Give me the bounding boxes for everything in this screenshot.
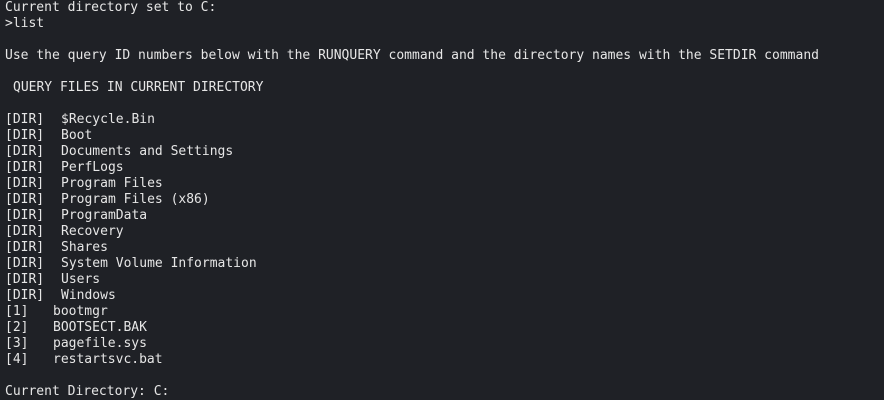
directory-name: Program Files (x86) — [61, 192, 210, 207]
directory-name: Shares — [61, 240, 108, 255]
dir-tag: [DIR] — [5, 256, 45, 271]
query-file-entry: [4] restartsvc.bat — [5, 352, 881, 368]
command-line: >list — [5, 16, 45, 31]
dir-tag: [DIR] — [5, 272, 45, 287]
section-heading: QUERY FILES IN CURRENT DIRECTORY — [13, 80, 264, 95]
directory-entry: [DIR] Shares — [5, 240, 881, 256]
query-file-entry: [3] pagefile.sys — [5, 336, 881, 352]
query-file-name: BOOTSECT.BAK — [53, 320, 147, 335]
directory-entry: [DIR] $Recycle.Bin — [5, 112, 881, 128]
directory-name: PerfLogs — [61, 160, 124, 175]
dir-tag: [DIR] — [5, 240, 45, 255]
dir-tag: [DIR] — [5, 128, 45, 143]
usage-hint: Use the query ID numbers below with the … — [5, 48, 819, 63]
query-id: [4] — [5, 352, 29, 367]
directory-name: Windows — [61, 288, 116, 303]
directory-entry: [DIR] Program Files (x86) — [5, 192, 881, 208]
directory-entry: [DIR] PerfLogs — [5, 160, 881, 176]
directory-entry: [DIR] Users — [5, 272, 881, 288]
current-directory-line: Current Directory: C: — [5, 384, 170, 399]
dir-tag: [DIR] — [5, 112, 45, 127]
directory-entry: [DIR] Documents and Settings — [5, 144, 881, 160]
dir-tag: [DIR] — [5, 288, 45, 303]
dir-tag: [DIR] — [5, 208, 45, 223]
directory-entry: [DIR] Program Files — [5, 176, 881, 192]
directory-name: $Recycle.Bin — [61, 112, 155, 127]
query-file-name: bootmgr — [53, 304, 108, 319]
directory-list: [DIR] $Recycle.Bin [DIR] Boot [DIR] Documen… — [5, 112, 881, 304]
query-file-entry: [1] bootmgr — [5, 304, 881, 320]
query-file-name: restartsvc.bat — [53, 352, 163, 367]
dir-tag: [DIR] — [5, 144, 45, 159]
dir-tag: [DIR] — [5, 176, 45, 191]
query-file-list: [1] bootmgr [2] BOOTSECT.BAK [3] pagefile.s… — [5, 304, 881, 368]
query-file-entry: [2] BOOTSECT.BAK — [5, 320, 881, 336]
directory-name: System Volume Information — [61, 256, 257, 271]
query-id: [2] — [5, 320, 29, 335]
terminal-output[interactable]: Current directory set to C: >list Use th… — [5, 0, 881, 400]
directory-name: Documents and Settings — [61, 144, 234, 159]
query-file-name: pagefile.sys — [53, 336, 147, 351]
directory-name: Program Files — [61, 176, 163, 191]
directory-name: ProgramData — [61, 208, 148, 223]
query-id: [3] — [5, 336, 29, 351]
directory-name: Recovery — [61, 224, 124, 239]
dir-tag: [DIR] — [5, 160, 45, 175]
directory-entry: [DIR] Recovery — [5, 224, 881, 240]
directory-entry: [DIR] Boot — [5, 128, 881, 144]
directory-name: Boot — [61, 128, 93, 143]
cwd-set-message: Current directory set to C: — [5, 0, 217, 15]
dir-tag: [DIR] — [5, 224, 45, 239]
directory-entry: [DIR] ProgramData — [5, 208, 881, 224]
directory-entry: [DIR] Windows — [5, 288, 881, 304]
directory-name: Users — [61, 272, 101, 287]
directory-entry: [DIR] System Volume Information — [5, 256, 881, 272]
dir-tag: [DIR] — [5, 192, 45, 207]
query-id: [1] — [5, 304, 29, 319]
